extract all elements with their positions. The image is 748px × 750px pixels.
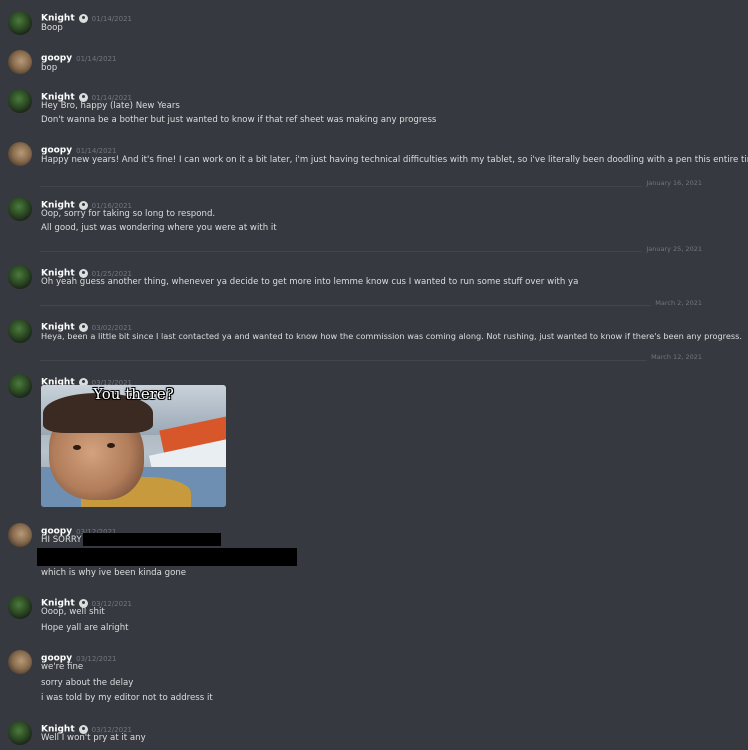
message-header: Knight 03/02/2021 (41, 317, 132, 333)
date-divider-line (40, 186, 702, 187)
message-text: Heya, been a little bit since I last con… (41, 331, 743, 341)
avatar[interactable] (8, 374, 32, 398)
avatar[interactable] (8, 265, 32, 289)
user-badge-icon (78, 14, 88, 23)
timestamp[interactable]: 01/14/2021 (76, 147, 116, 155)
message-text: Oop, sorry for taking so long to respond… (41, 209, 216, 219)
date-divider-line (40, 360, 702, 361)
message-header: Knight 01/25/2021 (41, 263, 132, 279)
avatar[interactable] (8, 721, 32, 745)
message-text: sorry about the delay (41, 678, 134, 688)
date-divider: January 25, 2021 (642, 245, 702, 253)
gif-caption: You there? (93, 385, 174, 403)
avatar[interactable] (8, 523, 32, 547)
message-text: bop (41, 63, 58, 73)
avatar[interactable] (8, 11, 32, 35)
message-text: which is why ive been kinda gone (41, 568, 187, 578)
message-text: Don't wanna be a bother but just wanted … (41, 115, 437, 125)
message-header: goopy 01/14/2021 (41, 48, 116, 64)
timestamp[interactable]: 01/14/2021 (92, 15, 132, 23)
redaction-bar (37, 548, 297, 566)
date-divider-line (40, 251, 702, 252)
avatar[interactable] (8, 650, 32, 674)
avatar[interactable] (8, 142, 32, 166)
message-header: Knight 03/12/2021 (41, 593, 132, 609)
message-text: i was told by my editor not to address i… (41, 693, 213, 703)
message-text: Well I won't pry at it any (41, 733, 146, 743)
date-divider: January 16, 2021 (642, 179, 702, 187)
username[interactable]: goopy (41, 146, 72, 156)
message-header: Knight 03/12/2021 (41, 719, 132, 735)
message-text: we're fine (41, 662, 84, 672)
message-header: goopy 03/12/2021 (41, 648, 116, 664)
message-text: Hey Bro, happy (late) New Years (41, 101, 180, 111)
message-header: Knight 03/12/2021 (41, 372, 132, 388)
avatar[interactable] (8, 197, 32, 221)
message-header: Knight 01/14/2021 (41, 87, 132, 103)
timestamp[interactable]: 01/14/2021 (76, 55, 116, 63)
message-text: Oh yeah guess another thing, whenever ya… (41, 277, 579, 287)
gif-attachment[interactable]: You there? (41, 385, 226, 507)
message-header: Knight 01/14/2021 (41, 8, 132, 24)
message-header: goopy 01/14/2021 (41, 140, 116, 156)
redaction-bar (83, 533, 221, 546)
avatar[interactable] (8, 319, 32, 343)
date-divider-line (40, 305, 702, 306)
message-text: Ooop, well shit (41, 607, 105, 617)
avatar[interactable] (8, 595, 32, 619)
message-text: Boop (41, 23, 63, 33)
username[interactable]: Knight (41, 14, 75, 24)
username[interactable]: goopy (41, 54, 72, 64)
message-text: Hope yall are alright (41, 623, 129, 633)
date-divider: March 12, 2021 (647, 353, 702, 361)
message-text: Happy new years! And it's fine! I can wo… (41, 155, 748, 165)
message-text: All good, just was wondering where you w… (41, 223, 277, 233)
avatar[interactable] (8, 89, 32, 113)
message-text: HI SORRY (41, 535, 82, 545)
date-divider: March 2, 2021 (651, 299, 702, 307)
message-header: Knight 01/16/2021 (41, 195, 132, 211)
avatar[interactable] (8, 50, 32, 74)
